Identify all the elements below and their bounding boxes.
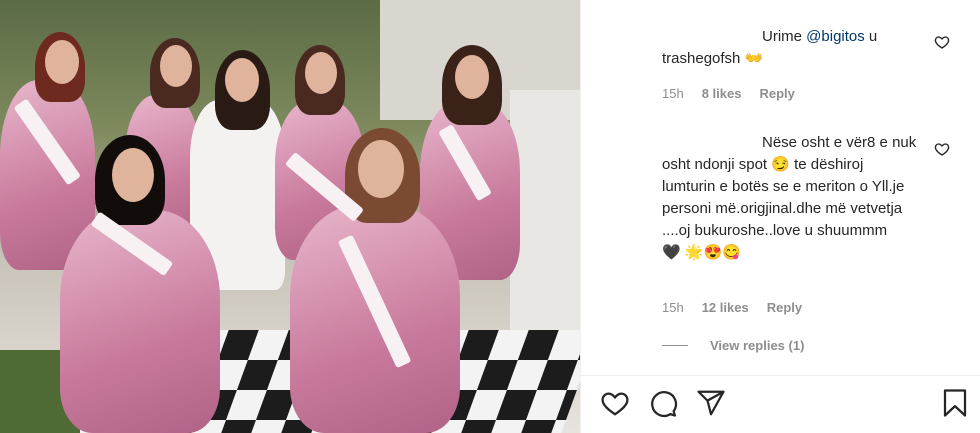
like-comment-heart-icon[interactable]: [934, 141, 950, 157]
like-comment-heart-icon[interactable]: [934, 34, 950, 50]
comment-likes[interactable]: 12 likes: [702, 300, 749, 315]
reply-button[interactable]: Reply: [767, 300, 802, 315]
mention-link[interactable]: @bigitos: [806, 28, 865, 45]
emoji-line: 🖤 🌟😍😋: [662, 244, 741, 261]
comment-time: 15h: [662, 86, 684, 101]
person-head: [358, 140, 404, 198]
comment-icon[interactable]: [648, 388, 678, 418]
view-replies-label: View replies (1): [710, 338, 805, 353]
post-photo: [0, 0, 580, 433]
comment-text-part: Urime: [762, 28, 807, 45]
bookmark-icon[interactable]: [940, 388, 970, 418]
smirk-emoji: 😏: [771, 156, 790, 173]
person-head: [225, 58, 259, 102]
view-replies-button[interactable]: View replies (1): [662, 338, 804, 353]
comment-text: Urime @bigitos u trashegofsh 👐: [662, 26, 917, 70]
person-head: [112, 148, 154, 202]
open-hands-emoji: 👐: [744, 50, 764, 67]
actions-divider: [580, 375, 980, 376]
person-head: [305, 52, 337, 94]
heart-icon[interactable]: [600, 388, 630, 418]
replies-line: [662, 345, 688, 346]
person-head: [455, 55, 489, 99]
share-icon[interactable]: [696, 388, 726, 418]
reply-button[interactable]: Reply: [759, 86, 794, 101]
comment-time: 15h: [662, 300, 684, 315]
comment-likes[interactable]: 8 likes: [702, 86, 742, 101]
building-background: [510, 90, 580, 350]
person-head: [45, 40, 79, 84]
comment-meta: 15h 12 likes Reply: [662, 300, 802, 315]
instagram-post: Urime @bigitos u trashegofsh 👐 15h 8 lik…: [0, 0, 980, 433]
comment-meta: 15h 8 likes Reply: [662, 86, 795, 101]
person-head: [160, 45, 192, 87]
comment-text: Nëse osht e vër8 e nuk osht ndonji spot …: [662, 132, 917, 264]
